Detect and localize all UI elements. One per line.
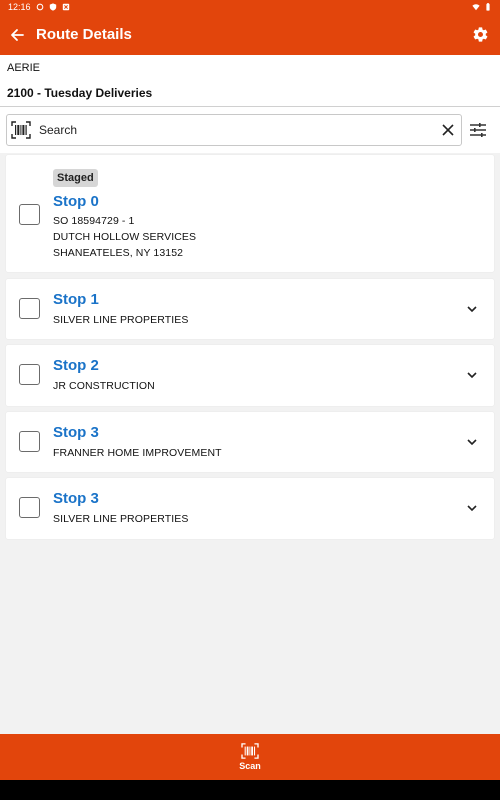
- notification-icon: [62, 3, 69, 11]
- wifi-icon: [472, 4, 480, 11]
- stop-title[interactable]: Stop 2: [53, 357, 99, 374]
- back-button[interactable]: [2, 14, 32, 55]
- customer-name: JR CONSTRUCTION: [53, 380, 155, 392]
- search-box: [6, 114, 462, 146]
- settings-button[interactable]: [460, 14, 500, 55]
- clear-search-button[interactable]: [439, 121, 457, 139]
- stop-checkbox[interactable]: [19, 298, 40, 319]
- route-header: AERIE 2100 - Tuesday Deliveries: [0, 55, 500, 107]
- arrow-left-icon: [11, 28, 24, 41]
- chevron-down-icon: [467, 504, 477, 511]
- stop-title[interactable]: Stop 3: [53, 490, 99, 507]
- chevron-down-icon: [467, 371, 477, 378]
- shield-icon: [49, 3, 56, 11]
- sync-icon: [36, 3, 43, 11]
- chevron-down-icon: [467, 305, 477, 312]
- expand-button[interactable]: [466, 303, 478, 315]
- stop-card[interactable]: Staged Stop 0 SO 18594729 - 1 DUTCH HOLL…: [6, 155, 494, 272]
- page-title: Route Details: [36, 26, 132, 43]
- stop-card[interactable]: Stop 3 FRANNER HOME IMPROVEMENT: [6, 412, 494, 472]
- barcode-scanner-icon: [11, 121, 31, 139]
- stop-card[interactable]: Stop 1 SILVER LINE PROPERTIES: [6, 279, 494, 339]
- stop-checkbox[interactable]: [19, 431, 40, 452]
- customer-name: FRANNER HOME IMPROVEMENT: [53, 447, 222, 459]
- system-nav-bar: [0, 780, 500, 800]
- stop-checkbox[interactable]: [19, 364, 40, 385]
- gear-icon: [473, 27, 487, 42]
- customer-name: SILVER LINE PROPERTIES: [53, 314, 189, 326]
- stop-title[interactable]: Stop 0: [53, 193, 99, 210]
- battery-icon: [486, 3, 490, 11]
- filter-button[interactable]: [467, 119, 489, 141]
- search-row: [0, 107, 500, 153]
- expand-button[interactable]: [466, 369, 478, 381]
- stop-checkbox[interactable]: [19, 204, 40, 225]
- expand-button[interactable]: [466, 502, 478, 514]
- stop-card[interactable]: Stop 2 JR CONSTRUCTION: [6, 345, 494, 406]
- search-input[interactable]: [39, 118, 434, 142]
- order-number: SO 18594729 - 1: [53, 215, 135, 227]
- barcode-scanner-icon: [241, 743, 259, 759]
- customer-address: SHANEATELES, NY 13152: [53, 247, 184, 259]
- app-bar: Route Details: [0, 14, 500, 55]
- status-time: 12:16: [8, 2, 31, 12]
- status-badge: Staged: [53, 169, 98, 187]
- close-icon: [442, 124, 454, 136]
- stop-checkbox[interactable]: [19, 497, 40, 518]
- scan-button[interactable]: Scan: [0, 734, 500, 780]
- status-bar: 12:16: [0, 0, 500, 14]
- route-name: 2100 - Tuesday Deliveries: [7, 86, 153, 100]
- tune-icon: [470, 123, 486, 137]
- stop-title[interactable]: Stop 1: [53, 291, 99, 308]
- stop-card[interactable]: Stop 3 SILVER LINE PROPERTIES: [6, 478, 494, 539]
- barcode-scan-button[interactable]: [7, 115, 35, 145]
- customer-name: SILVER LINE PROPERTIES: [53, 513, 189, 525]
- chevron-down-icon: [467, 438, 477, 445]
- scan-label: Scan: [239, 761, 261, 771]
- customer-name: DUTCH HOLLOW SERVICES: [53, 231, 197, 243]
- stop-title[interactable]: Stop 3: [53, 424, 99, 441]
- company-name: AERIE: [7, 62, 41, 74]
- expand-button[interactable]: [466, 436, 478, 448]
